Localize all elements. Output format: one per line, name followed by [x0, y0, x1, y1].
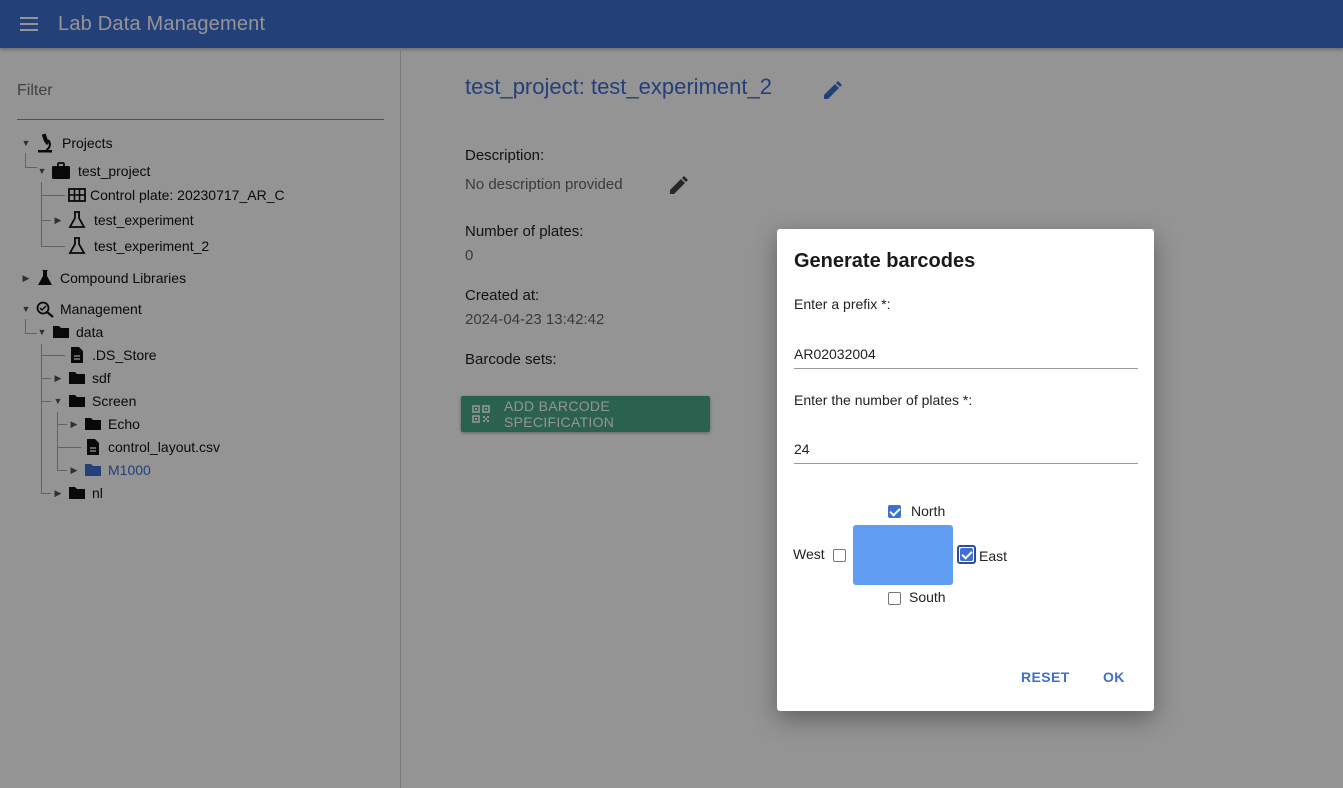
plates-count-input[interactable] [794, 434, 1138, 463]
plates-count-field[interactable] [794, 434, 1138, 464]
north-label: North [911, 503, 946, 519]
east-checkbox[interactable] [960, 548, 973, 561]
ok-button[interactable]: OK [1103, 669, 1125, 685]
south-label: South [909, 589, 946, 605]
west-label: West [793, 546, 825, 562]
prefix-label: Enter a prefix *: [794, 296, 891, 312]
prefix-field[interactable] [794, 339, 1138, 369]
north-checkbox[interactable] [888, 505, 901, 518]
plates-count-label: Enter the number of plates *: [794, 392, 973, 408]
generate-barcodes-dialog: Generate barcodes Enter a prefix *: Ente… [777, 229, 1154, 711]
south-checkbox[interactable] [888, 592, 901, 605]
dialog-title: Generate barcodes [794, 250, 976, 272]
plate-preview [853, 525, 953, 585]
reset-button[interactable]: RESET [1021, 669, 1070, 685]
east-label: East [979, 548, 1008, 564]
west-checkbox[interactable] [833, 549, 846, 562]
prefix-input[interactable] [794, 339, 1138, 368]
